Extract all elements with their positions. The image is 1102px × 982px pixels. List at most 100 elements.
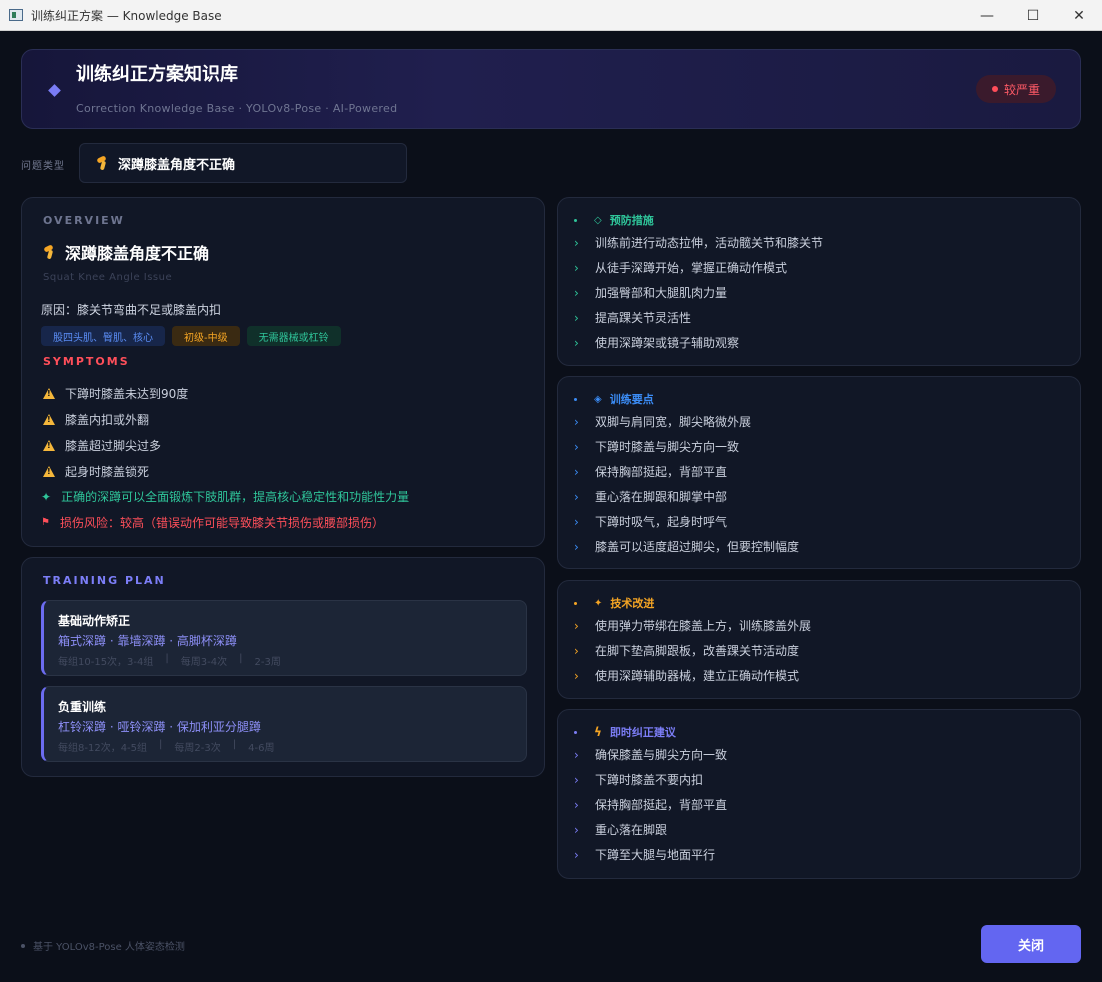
close-window-button[interactable]: ✕ (1056, 0, 1102, 31)
plan-duration: 2-3周 (254, 657, 281, 668)
instant-correction-card: ϟ 即时纠正建议 › 确保膝盖与脚尖方向一致 › 下蹲时膝盖不要内扣 › 保持胸部挺起… (557, 709, 1081, 879)
issue-type-select[interactable]: 深蹲膝盖角度不正确 (79, 143, 407, 183)
overview-card: OVERVIEW 深蹲膝盖角度不正确 Squat Knee Angle Issu… (21, 197, 545, 547)
list-item: › 在脚下垫高脚跟板，改善踝关节活动度 (574, 638, 811, 663)
list-item: › 使用弹力带绑在膝盖上方，训练膝盖外展 (574, 613, 811, 638)
list-item: › 使用深蹲辅助器械，建立正确动作模式 (574, 663, 811, 688)
plan-item-meta: 每组10-15次，3-4组 | 每周3-4次 | 2-3周 (58, 653, 281, 668)
section-dot-icon (574, 397, 577, 401)
symptom-item: 下蹲时膝盖未达到90度 (43, 380, 188, 406)
warning-icon (43, 465, 55, 477)
chevron-right-icon: › (574, 514, 579, 529)
plan-duration: 4-6周 (248, 743, 275, 754)
plan-item-title: 负重训练 (58, 700, 107, 714)
severity-badge: 较严重 (976, 75, 1056, 103)
list-item: › 使用深蹲架或镜子辅助观察 (574, 330, 823, 355)
issue-name: 深蹲膝盖角度不正确 (43, 240, 209, 264)
instant-correction-title: 即时纠正建议 (609, 726, 676, 739)
plan-sep: | (165, 653, 169, 664)
sparkle-icon: ✦ (594, 597, 603, 609)
list-item-text: 保持胸部挺起，背部平直 (595, 798, 728, 812)
symptom-list: 下蹲时膝盖未达到90度 膝盖内扣或外翻 膝盖超过脚尖过多 起身时膝盖锁死 (43, 380, 188, 484)
diamond-outline-icon: ◇ (594, 214, 602, 226)
section-dot-icon (574, 730, 577, 734)
prevention-card: ◇ 预防措施 › 训练前进行动态拉伸，活动髋关节和膝关节 › 从徒手深蹲开始，掌握正… (557, 197, 1081, 366)
chevron-right-icon: › (574, 464, 579, 479)
page-subtitle: Correction Knowledge Base · YOLOv8-Pose … (76, 102, 398, 115)
warning-icon (43, 439, 55, 451)
maximize-button[interactable]: ☐ (1010, 0, 1056, 31)
list-item-text: 下蹲时膝盖与脚尖方向一致 (595, 440, 740, 454)
key-points-title: 训练要点 (609, 393, 654, 406)
chevron-right-icon: › (574, 439, 579, 454)
symptom-item: 起身时膝盖锁死 (43, 458, 188, 484)
chevron-right-icon: › (574, 797, 579, 812)
prevention-list: › 训练前进行动态拉伸，活动髋关节和膝关节 › 从徒手深蹲开始，掌握正确动作模式 ›… (574, 230, 823, 355)
list-item-text: 下蹲至大腿与地面平行 (595, 848, 716, 862)
list-item-text: 训练前进行动态拉伸，活动髋关节和膝关节 (595, 236, 824, 250)
technique-header: ✦ 技术改进 (574, 595, 654, 611)
list-item-text: 从徒手深蹲开始，掌握正确动作模式 (595, 261, 788, 275)
list-item-text: 在脚下垫高脚跟板，改善踝关节活动度 (595, 644, 800, 658)
list-item-text: 提高踝关节灵活性 (595, 311, 692, 325)
list-item-text: 使用深蹲架或镜子辅助观察 (595, 336, 740, 350)
risk-text: 损伤风险：较高（错误动作可能导致膝关节损伤或腰部损伤） (59, 516, 384, 530)
chevron-right-icon: › (574, 414, 579, 429)
plan-item[interactable]: 负重训练 杠铃深蹲 · 哑铃深蹲 · 保加利亚分腿蹲 每组8-12次，4-5组 … (41, 686, 527, 762)
overview-section-label: OVERVIEW (43, 214, 125, 227)
plan-sep: | (159, 739, 163, 750)
chevron-right-icon: › (574, 489, 579, 504)
list-item: › 从徒手深蹲开始，掌握正确动作模式 (574, 255, 823, 280)
list-item-text: 下蹲时吸气，起身时呼气 (595, 515, 728, 529)
knee-icon (43, 245, 55, 259)
window-titlebar: 训练纠正方案 — Knowledge Base — ☐ ✕ (0, 0, 1102, 31)
warning-icon (43, 387, 55, 399)
minimize-button[interactable]: — (964, 0, 1010, 31)
list-item: › 双脚与肩同宽，脚尖略微外展 (574, 409, 799, 434)
close-button[interactable]: 关闭 (981, 925, 1081, 963)
chevron-right-icon: › (574, 285, 579, 300)
benefit-note: ✦ 正确的深蹲可以全面锻炼下肢肌群，提高核心稳定性和功能性力量 (41, 488, 409, 505)
plan-frequency: 每周2-3次 (174, 743, 221, 754)
footer-dot-icon (21, 943, 25, 948)
chevron-right-icon: › (574, 260, 579, 275)
plan-sets: 每组8-12次，4-5组 (58, 743, 148, 754)
app-icon (9, 9, 23, 21)
issue-name-text: 深蹲膝盖角度不正确 (65, 244, 210, 263)
plan-item-title: 基础动作矫正 (58, 614, 131, 628)
section-dot-icon (574, 601, 577, 605)
chevron-right-icon: › (574, 747, 579, 762)
list-item: › 提高踝关节灵活性 (574, 305, 823, 330)
symptom-text: 膝盖超过脚尖过多 (65, 438, 162, 453)
chevron-right-icon: › (574, 310, 579, 325)
prevention-header: ◇ 预防措施 (574, 212, 654, 228)
list-item-text: 加强臀部和大腿肌肉力量 (595, 286, 728, 300)
list-item: › 保持胸部挺起，背部平直 (574, 459, 799, 484)
list-item-text: 膝盖可以适度超过脚尖，但要控制幅度 (595, 540, 800, 554)
list-item: › 加强臀部和大腿肌肉力量 (574, 280, 823, 305)
footer-note-text: 基于 YOLOv8-Pose 人体姿态检测 (33, 942, 185, 953)
diamond-icon (48, 84, 61, 97)
symptom-item: 膝盖超过脚尖过多 (43, 432, 188, 458)
equipment-tag: 无需器械或杠铃 (246, 326, 341, 346)
plan-item-meta: 每组8-12次，4-5组 | 每周2-3次 | 4-6周 (58, 739, 274, 754)
training-plan-card: TRAINING PLAN 基础动作矫正 箱式深蹲 · 靠墙深蹲 · 高脚杯深蹲… (21, 557, 545, 777)
issue-cause: 原因：膝关节弯曲不足或膝盖内扣 (41, 303, 222, 317)
list-item-text: 重心落在脚跟和脚掌中部 (595, 490, 728, 504)
list-item-text: 双脚与肩同宽，脚尖略微外展 (595, 415, 752, 429)
list-item: › 保持胸部挺起，背部平直 (574, 792, 727, 817)
plan-item-exercises: 杠铃深蹲 · 哑铃深蹲 · 保加利亚分腿蹲 (58, 720, 261, 734)
chevron-right-icon: › (574, 235, 579, 250)
key-points-card: ◈ 训练要点 › 双脚与肩同宽，脚尖略微外展 › 下蹲时膝盖与脚尖方向一致 › 保持胸… (557, 376, 1081, 569)
chevron-right-icon: › (574, 618, 579, 633)
risk-note: ⚑ 损伤风险：较高（错误动作可能导致膝关节损伤或腰部损伤） (41, 514, 384, 531)
plan-sep: | (239, 653, 243, 664)
flag-icon: ⚑ (41, 517, 50, 528)
plan-item-exercises: 箱式深蹲 · 靠墙深蹲 · 高脚杯深蹲 (58, 634, 237, 648)
list-item: › 下蹲时膝盖不要内扣 (574, 767, 727, 792)
sparkle-icon: ✦ (41, 489, 52, 504)
lightning-icon: ϟ (594, 725, 602, 739)
section-dot-icon (574, 218, 577, 222)
plan-item[interactable]: 基础动作矫正 箱式深蹲 · 靠墙深蹲 · 高脚杯深蹲 每组10-15次，3-4组… (41, 600, 527, 676)
level-tag: 初级-中级 (172, 326, 240, 346)
